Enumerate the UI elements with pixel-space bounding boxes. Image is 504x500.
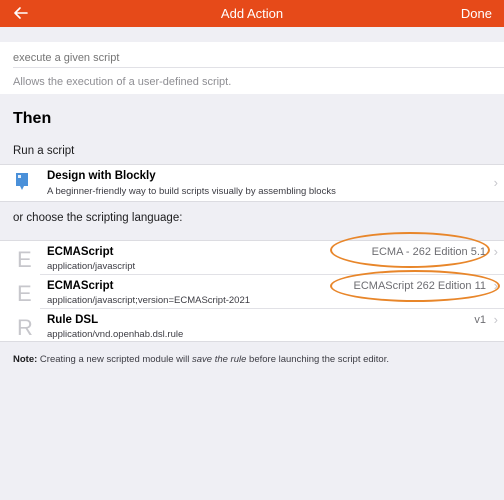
language-letter: E [17, 247, 32, 272]
run-script-label: Run a script [13, 145, 75, 157]
note-prefix: Note: [13, 354, 38, 365]
language-title: ECMAScript [47, 246, 114, 258]
navbar: Add Action Done [0, 0, 504, 27]
page-title: Add Action [220, 6, 284, 21]
blockly-subtitle: A beginner-friendly way to build scripts… [47, 186, 336, 197]
divider [13, 67, 504, 68]
note-text: Note: Creating a new scripted module wil… [13, 354, 389, 365]
note-emphasis: save the rule [192, 354, 247, 365]
choose-language-label: or choose the scripting language: [13, 212, 183, 224]
note-text-1: Creating a new scripted module will [37, 354, 192, 365]
chevron-right-icon: › [493, 312, 498, 327]
language-version: v1 [474, 314, 486, 326]
language-mime: application/javascript;version=ECMAScrip… [47, 295, 251, 306]
language-letter: E [17, 281, 32, 306]
language-title: Rule DSL [47, 314, 99, 326]
design-with-blockly-item[interactable]: Design with Blockly A beginner-friendly … [0, 164, 504, 202]
highlight-ellipse [330, 270, 500, 302]
language-mime: application/javascript [47, 261, 136, 272]
section-title-then: Then [13, 110, 52, 127]
language-title: ECMAScript [47, 280, 114, 292]
puzzle-block-icon [16, 173, 28, 190]
done-button[interactable]: Done [461, 6, 492, 21]
back-button[interactable] [10, 2, 32, 24]
language-mime: application/vnd.openhab.dsl.rule [47, 329, 184, 340]
note-text-2: before launching the script editor. [246, 354, 389, 365]
action-description: Allows the execution of a user-defined s… [13, 76, 232, 88]
action-name-input[interactable] [13, 48, 491, 68]
highlight-ellipse [330, 232, 490, 268]
language-item-rule-dsl[interactable]: R Rule DSL application/vnd.openhab.dsl.r… [0, 309, 504, 342]
chevron-right-icon: › [493, 244, 498, 259]
language-letter: R [17, 315, 33, 340]
chevron-right-icon: › [493, 175, 498, 190]
blockly-title: Design with Blockly [47, 170, 156, 182]
arrow-left-icon [14, 7, 28, 19]
